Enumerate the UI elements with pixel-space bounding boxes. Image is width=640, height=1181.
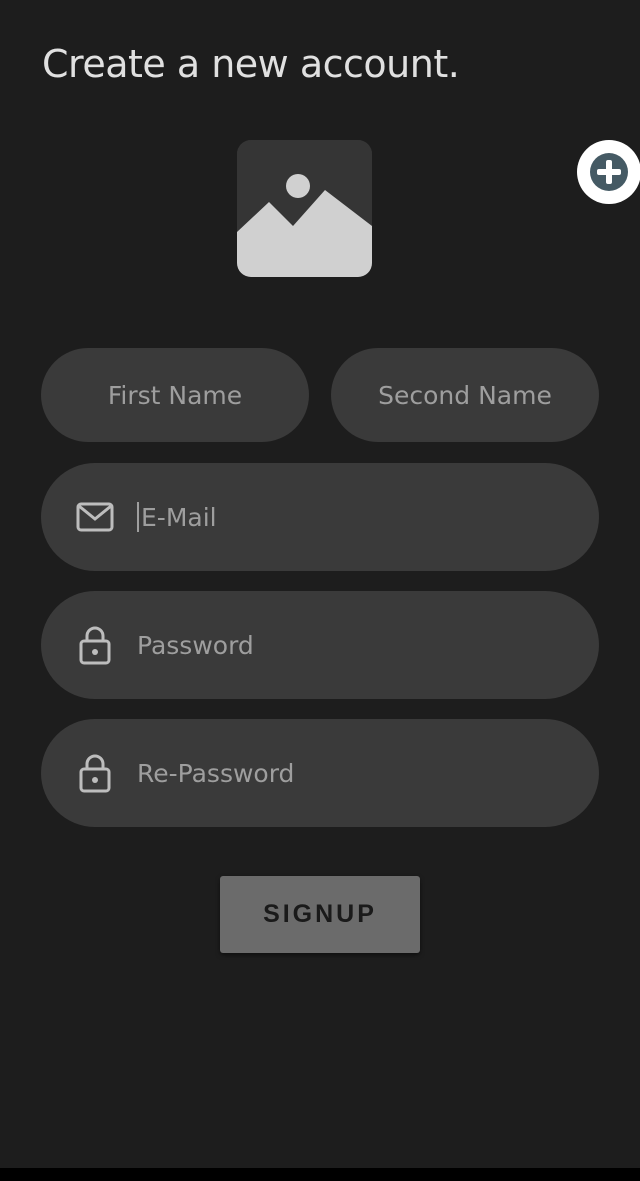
password-placeholder: Password [137,630,254,660]
second-name-placeholder: Second Name [378,380,552,410]
second-name-field[interactable]: Second Name [331,348,599,442]
avatar-picker[interactable] [237,140,640,288]
email-placeholder: E-Mail [141,502,217,532]
repassword-field[interactable]: Re-Password [41,719,599,827]
signup-button[interactable]: SIGNUP [220,876,420,953]
first-name-placeholder: First Name [107,380,243,410]
repassword-placeholder: Re-Password [137,758,295,788]
add-photo-button[interactable] [577,140,640,204]
text-cursor [137,502,139,532]
lock-icon [75,625,115,665]
first-name-field[interactable]: First Name [41,348,309,442]
lock-icon [75,753,115,793]
password-field[interactable]: Password [41,591,599,699]
mail-icon [75,497,115,537]
page-title: Create a new account. [42,42,460,86]
navigation-bar [0,1168,640,1181]
plus-icon [590,153,628,191]
email-field[interactable]: E-Mail [41,463,599,571]
image-icon [237,140,372,277]
